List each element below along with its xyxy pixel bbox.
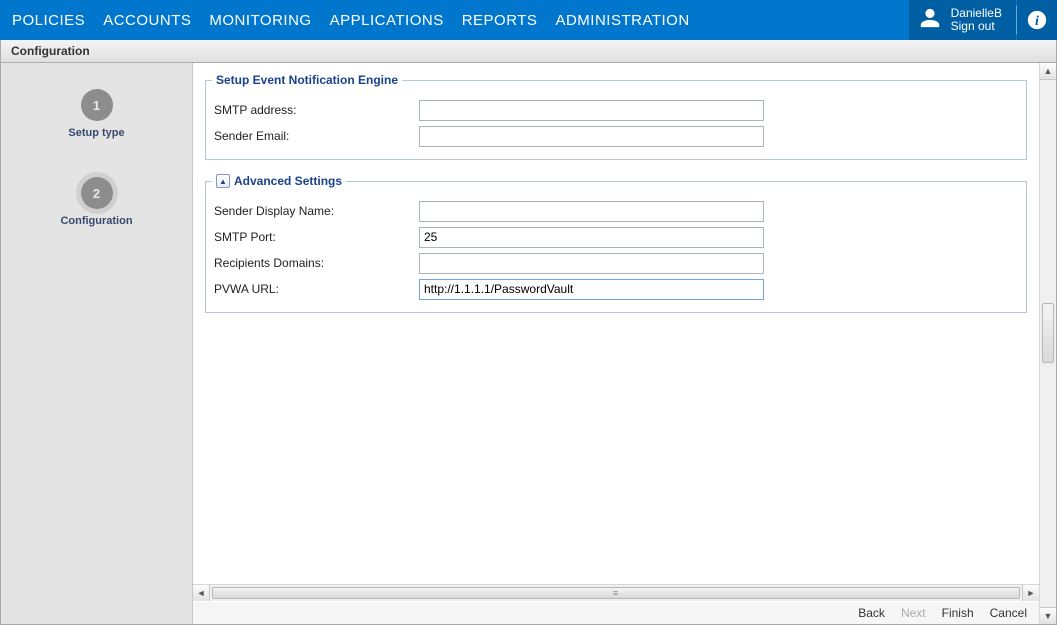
- main-panel: Setup Event Notification Engine SMTP add…: [193, 63, 1056, 624]
- tab-bar: Configuration: [0, 40, 1057, 63]
- nav-applications[interactable]: APPLICATIONS: [330, 12, 444, 29]
- collapse-icon[interactable]: ▲: [216, 174, 230, 188]
- user-box: DanielleB Sign out: [909, 0, 1016, 40]
- finish-button[interactable]: Finish: [942, 606, 974, 620]
- svg-text:i: i: [1035, 13, 1039, 29]
- fieldset-advanced: ▲ Advanced Settings Sender Display Name:…: [205, 174, 1027, 313]
- input-sender-email[interactable]: [419, 126, 764, 147]
- cancel-button[interactable]: Cancel: [990, 606, 1027, 620]
- input-sender-display[interactable]: [419, 201, 764, 222]
- main-header: POLICIES ACCOUNTS MONITORING APPLICATION…: [0, 0, 1057, 40]
- label-smtp-port: SMTP Port:: [214, 230, 419, 244]
- next-button: Next: [901, 606, 926, 620]
- step-label: Configuration: [60, 215, 132, 227]
- legend-ene: Setup Event Notification Engine: [212, 73, 402, 87]
- wizard-step-setup-type[interactable]: 1 Setup type: [1, 89, 192, 139]
- vertical-scrollbar[interactable]: ▲ ▼: [1039, 63, 1056, 624]
- label-pvwa-url: PVWA URL:: [214, 282, 419, 296]
- nav-accounts[interactable]: ACCOUNTS: [103, 12, 191, 29]
- input-smtp-port[interactable]: [419, 227, 764, 248]
- scroll-thumb-vertical[interactable]: [1042, 303, 1054, 363]
- nav-monitoring[interactable]: MONITORING: [209, 12, 311, 29]
- horizontal-scrollbar[interactable]: ◄ ≡ ►: [193, 584, 1039, 601]
- wizard-sidebar: 1 Setup type 2 Configuration: [1, 63, 193, 624]
- legend-advanced: ▲ Advanced Settings: [212, 174, 346, 188]
- label-smtp-address: SMTP address:: [214, 103, 419, 117]
- scroll-right-icon[interactable]: ►: [1022, 585, 1039, 601]
- nav-administration[interactable]: ADMINISTRATION: [555, 12, 689, 29]
- nav-policies[interactable]: POLICIES: [12, 12, 85, 29]
- scroll-thumb[interactable]: ≡: [212, 587, 1020, 599]
- nav-reports[interactable]: REPORTS: [462, 12, 538, 29]
- step-number-icon: 1: [81, 89, 113, 121]
- info-icon[interactable]: i: [1017, 0, 1057, 40]
- input-smtp-address[interactable]: [419, 100, 764, 121]
- input-recipients-domains[interactable]: [419, 253, 764, 274]
- back-button[interactable]: Back: [858, 606, 885, 620]
- signout-link[interactable]: Sign out: [951, 20, 1002, 33]
- step-label: Setup type: [68, 127, 124, 139]
- tab-configuration[interactable]: Configuration: [11, 44, 90, 58]
- step-number-icon: 2: [81, 177, 113, 209]
- wizard-step-configuration[interactable]: 2 Configuration: [1, 177, 192, 227]
- label-sender-email: Sender Email:: [214, 129, 419, 143]
- scroll-up-icon[interactable]: ▲: [1040, 63, 1056, 80]
- wizard-footer: Back Next Finish Cancel: [193, 601, 1039, 624]
- input-pvwa-url[interactable]: [419, 279, 764, 300]
- main-nav: POLICIES ACCOUNTS MONITORING APPLICATION…: [0, 0, 690, 40]
- scroll-down-icon[interactable]: ▼: [1040, 607, 1056, 624]
- fieldset-ene: Setup Event Notification Engine SMTP add…: [205, 73, 1027, 160]
- label-sender-display: Sender Display Name:: [214, 204, 419, 218]
- scroll-left-icon[interactable]: ◄: [193, 585, 210, 601]
- user-icon: [919, 7, 941, 34]
- label-recipients-domains: Recipients Domains:: [214, 256, 419, 270]
